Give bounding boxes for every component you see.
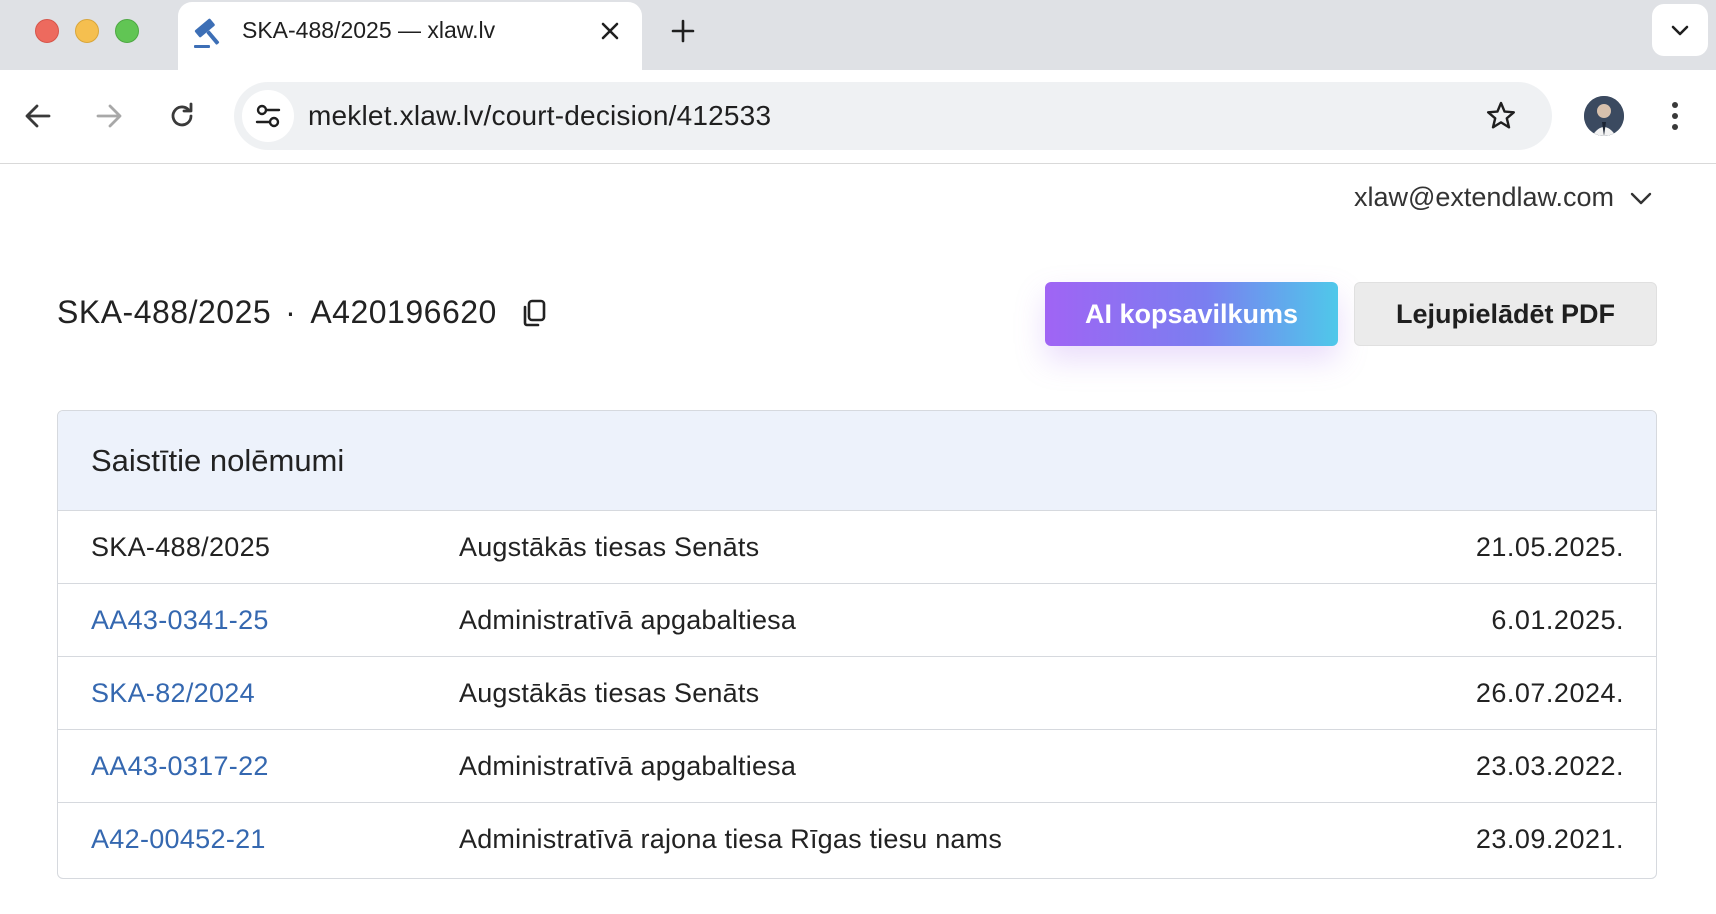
profile-avatar[interactable] — [1584, 96, 1624, 136]
profile-photo-icon — [1584, 96, 1624, 136]
decision-id-link[interactable]: AA43-0341-25 — [91, 605, 459, 636]
reload-icon[interactable] — [164, 98, 200, 134]
window-minimize-button[interactable] — [75, 19, 99, 43]
decision-id-link[interactable]: A42-00452-21 — [91, 824, 459, 855]
table-row: SKA-82/2024 Augstākās tiesas Senāts 26.0… — [58, 656, 1656, 729]
forward-arrow-icon[interactable] — [91, 98, 127, 134]
table-row: A42-00452-21 Administratīvā rajona tiesa… — [58, 802, 1656, 875]
court-name: Augstākās tiesas Senāts — [459, 531, 760, 562]
archive-number: A420196620 — [310, 294, 497, 330]
back-arrow-icon[interactable] — [20, 98, 56, 134]
table-row: SKA-488/2025 Augstākās tiesas Senāts 21.… — [58, 510, 1656, 583]
gavel-icon — [194, 18, 220, 48]
chevron-down-icon — [1671, 25, 1689, 36]
decision-id-link[interactable]: AA43-0317-22 — [91, 751, 459, 782]
page-title: SKA-488/2025 · A420196620 — [57, 294, 551, 331]
url-text: meklet.xlaw.lv/court-decision/412533 — [308, 100, 772, 131]
download-pdf-button[interactable]: Lejupielādēt PDF — [1354, 282, 1657, 346]
court-name: Administratīvā rajona tiesa Rīgas tiesu … — [459, 823, 1003, 854]
window-close-button[interactable] — [35, 19, 59, 43]
copy-icon[interactable] — [519, 297, 551, 329]
chevron-down-icon — [1630, 192, 1652, 204]
address-bar[interactable]: meklet.xlaw.lv/court-decision/412533 — [234, 82, 1552, 150]
decision-date: 6.01.2025. — [1491, 604, 1624, 635]
court-name: Administratīvā apgabaltiesa — [459, 750, 797, 781]
tune-icon — [255, 104, 281, 128]
decision-id: SKA-488/2025 — [91, 531, 271, 562]
case-number: SKA-488/2025 — [57, 294, 272, 330]
ai-summary-button[interactable]: AI kopsavilkums — [1045, 282, 1338, 346]
related-decisions-header: Saistītie nolēmumi — [58, 411, 1656, 510]
tab-title: SKA-488/2025 — xlaw.lv — [242, 17, 496, 43]
more-vertical-icon[interactable] — [1660, 98, 1690, 134]
star-icon[interactable] — [1484, 99, 1518, 133]
title-separator: · — [285, 294, 297, 330]
window-maximize-button[interactable] — [115, 19, 139, 43]
decision-date: 26.07.2024. — [1475, 677, 1624, 708]
browser-toolbar: meklet.xlaw.lv/court-decision/412533 — [0, 70, 1716, 164]
table-row: AA43-0317-22 Administratīvā apgabaltiesa… — [58, 729, 1656, 802]
new-tab-plus-icon[interactable] — [668, 16, 698, 46]
decision-date: 21.05.2025. — [1475, 531, 1624, 562]
browser-tab-active[interactable]: SKA-488/2025 — xlaw.lv — [178, 2, 642, 70]
court-name: Augstākās tiesas Senāts — [459, 677, 760, 708]
related-decisions-title: Saistītie nolēmumi — [91, 442, 345, 478]
user-menu[interactable]: xlaw@extendlaw.com — [1354, 182, 1654, 213]
tab-search-button[interactable] — [1652, 4, 1708, 56]
site-info-button[interactable] — [242, 90, 294, 142]
related-decisions-panel: Saistītie nolēmumi SKA-488/2025 Augstākā… — [57, 410, 1657, 879]
decision-id-link[interactable]: SKA-82/2024 — [91, 678, 459, 709]
court-name: Administratīvā apgabaltiesa — [459, 604, 797, 635]
decision-date: 23.03.2022. — [1475, 750, 1624, 781]
decision-date: 23.09.2021. — [1475, 823, 1624, 854]
browser-tab-strip: SKA-488/2025 — xlaw.lv — [0, 0, 1716, 70]
user-email: xlaw@extendlaw.com — [1353, 182, 1614, 212]
close-icon[interactable] — [596, 17, 624, 45]
table-row: AA43-0341-25 Administratīvā apgabaltiesa… — [58, 583, 1656, 656]
